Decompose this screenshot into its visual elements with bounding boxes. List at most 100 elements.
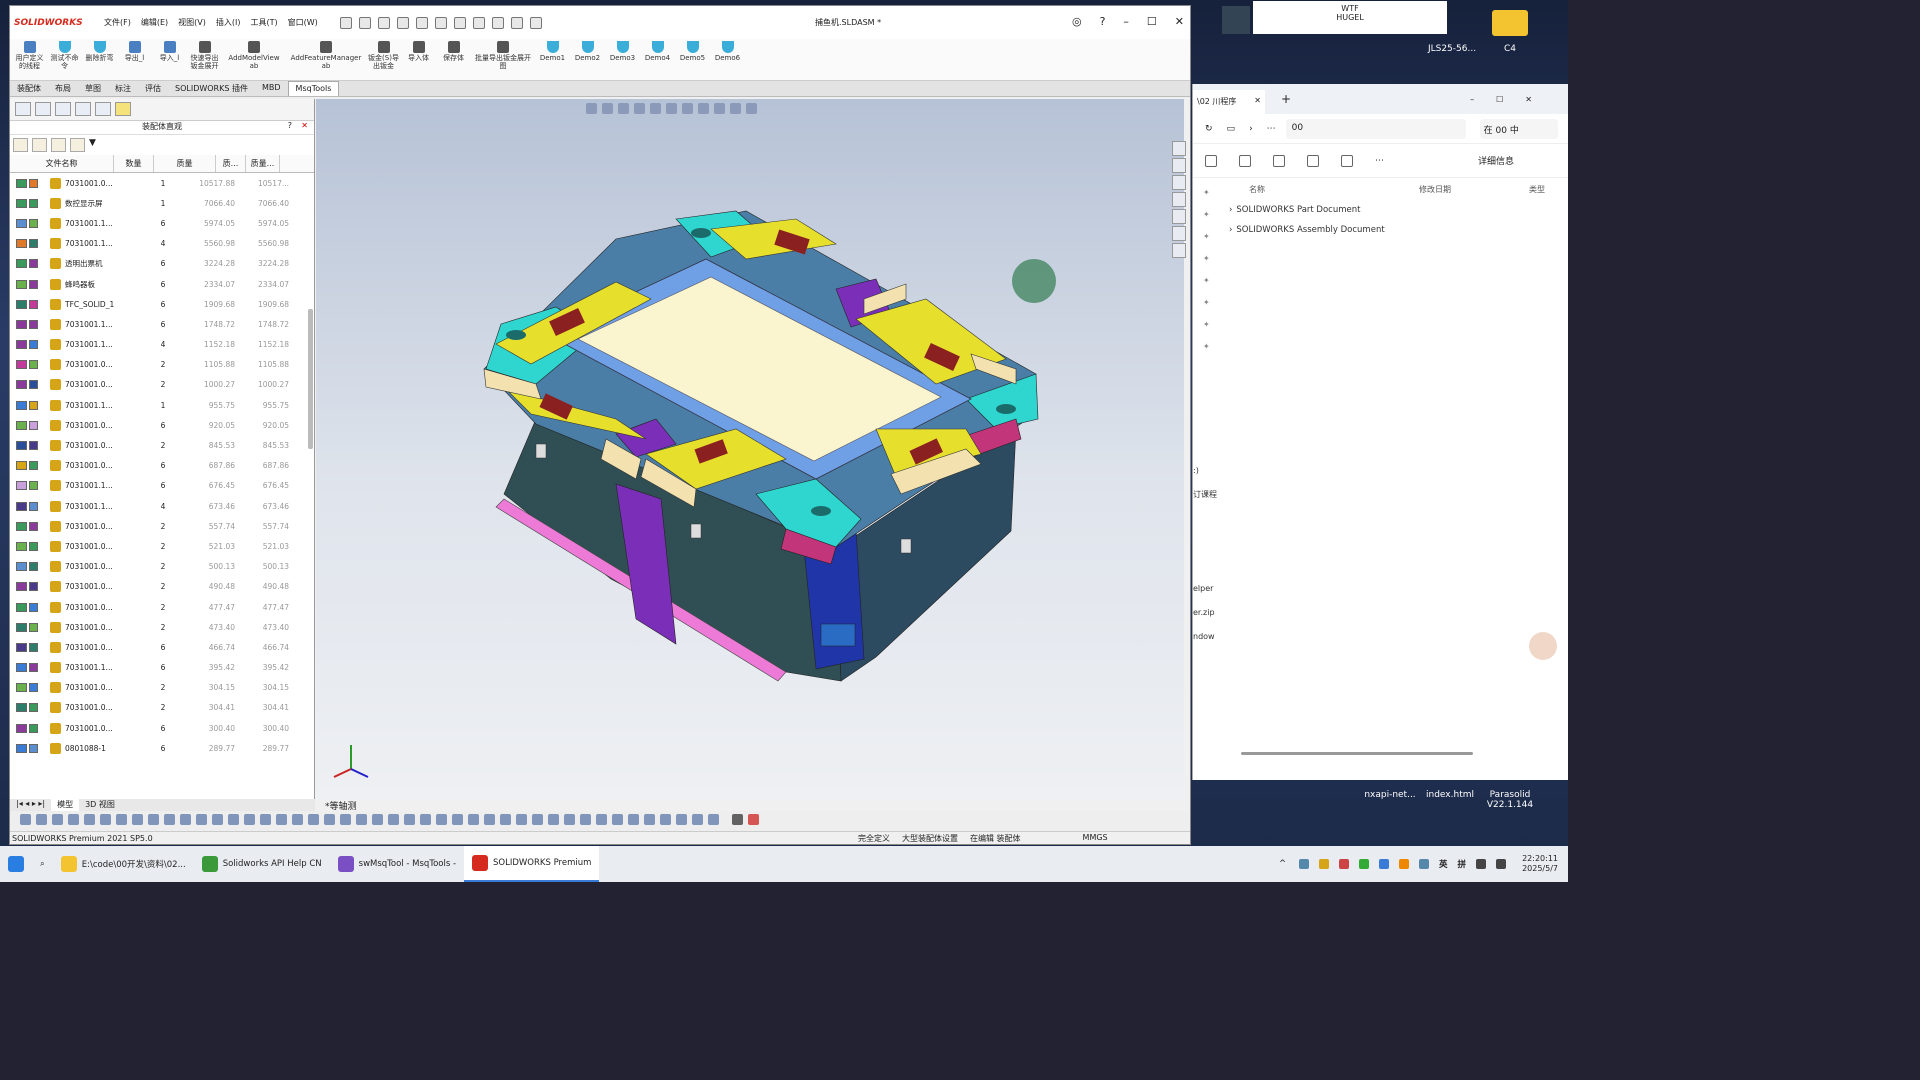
side-label[interactable]: er.zip bbox=[1193, 601, 1217, 625]
window-controls[interactable]: –☐✕ bbox=[1470, 95, 1554, 104]
custom-properties-icon[interactable] bbox=[1172, 226, 1186, 241]
tool-icon-34[interactable] bbox=[548, 814, 559, 825]
side-label[interactable]: 订课程 bbox=[1193, 483, 1217, 507]
tool-icon-35[interactable] bbox=[564, 814, 575, 825]
side-label[interactable]: :) bbox=[1193, 459, 1217, 483]
status-units[interactable]: MMGS bbox=[1083, 833, 1108, 844]
col-qty[interactable]: 数量 bbox=[114, 155, 154, 172]
close-icon[interactable]: ✕ bbox=[1254, 96, 1261, 105]
table-row[interactable]: 7031001.0... 2 845.53 845.53 bbox=[10, 435, 314, 455]
table-row[interactable]: 7031001.0... 2 490.48 490.48 bbox=[10, 577, 314, 597]
table-row[interactable]: 7031001.0... 2 304.41 304.41 bbox=[10, 698, 314, 718]
lang-indicator[interactable]: 英 bbox=[1439, 858, 1448, 870]
tool-icon-22[interactable] bbox=[356, 814, 367, 825]
library-icon[interactable] bbox=[1172, 158, 1186, 173]
table-row[interactable]: 7031001.0... 2 304.15 304.15 bbox=[10, 678, 314, 698]
tray-icon[interactable] bbox=[1359, 859, 1370, 869]
address-input[interactable]: 00 bbox=[1285, 118, 1466, 139]
tab-sketch[interactable]: 草图 bbox=[78, 81, 108, 96]
tool-icon-33[interactable] bbox=[532, 814, 543, 825]
tab-3dview[interactable]: 3D 视图 bbox=[79, 799, 121, 811]
tool-icon-21[interactable] bbox=[340, 814, 351, 825]
start-button[interactable] bbox=[0, 846, 32, 882]
tool-icon-10[interactable] bbox=[164, 814, 175, 825]
pin-icon[interactable]: ✦ bbox=[1203, 210, 1210, 219]
select-icon[interactable] bbox=[472, 16, 485, 29]
col-type[interactable]: 类型 bbox=[1529, 184, 1545, 195]
menu-file[interactable]: 文件(F) bbox=[104, 17, 131, 28]
folder-icon[interactable] bbox=[1492, 10, 1528, 36]
col-mass2[interactable]: 质... bbox=[216, 155, 246, 172]
ribbon-btn-1[interactable]: 测试不命令 bbox=[48, 39, 81, 80]
tray-icon[interactable] bbox=[1319, 859, 1330, 869]
tool-icon-29[interactable] bbox=[468, 814, 479, 825]
tab-model[interactable]: 模型 bbox=[51, 799, 80, 811]
col-mass3[interactable]: 质量... bbox=[246, 155, 280, 172]
table-row[interactable]: 7031001.0... 2 1000.27 1000.27 bbox=[10, 375, 314, 395]
side-label[interactable]: ndow bbox=[1193, 625, 1217, 649]
tool-icon-43[interactable] bbox=[692, 814, 703, 825]
tool-icon-17[interactable] bbox=[276, 814, 287, 825]
tray-icon[interactable] bbox=[1399, 859, 1410, 869]
desktop-icon-parasolid[interactable]: Parasolid V22.1.144 bbox=[1484, 790, 1536, 810]
tool-icon-41[interactable] bbox=[660, 814, 671, 825]
desktop-icon-c4[interactable]: C4 bbox=[1492, 44, 1528, 54]
tool-icon-24[interactable] bbox=[388, 814, 399, 825]
feature-tree-icon[interactable] bbox=[15, 102, 31, 116]
details-button[interactable]: 详细信息 bbox=[1478, 154, 1514, 167]
tab-assembly[interactable]: 装配体 bbox=[10, 81, 48, 96]
notification-widget[interactable]: WTF HUGEL bbox=[1253, 1, 1447, 34]
ribbon-btn-demo3[interactable]: Demo3 bbox=[606, 39, 639, 80]
table-row[interactable]: 7031001.0... 6 466.74 466.74 bbox=[10, 637, 314, 657]
refresh-icon[interactable]: ↻ bbox=[1205, 124, 1213, 134]
search-icon[interactable]: ⌕ bbox=[32, 846, 53, 882]
nav-arrows[interactable]: |◂ ◂ ▸ ▸| bbox=[10, 799, 51, 811]
tool-icon-38[interactable] bbox=[612, 814, 623, 825]
mic-icon[interactable] bbox=[1419, 859, 1430, 869]
tab-evaluate[interactable]: 评估 bbox=[138, 81, 168, 96]
ribbon-btn-8[interactable]: 钣金(S)导出钣金 bbox=[367, 39, 400, 80]
tool-icon-20[interactable] bbox=[324, 814, 335, 825]
appearance-icon[interactable] bbox=[1172, 209, 1186, 224]
tool-icon-42[interactable] bbox=[676, 814, 687, 825]
tool-icon-11[interactable] bbox=[180, 814, 191, 825]
home-icon[interactable] bbox=[1172, 141, 1186, 156]
tab-mbd[interactable]: MBD bbox=[255, 81, 288, 96]
more-path-icon[interactable]: ⋯ bbox=[1267, 124, 1276, 134]
tool-icon-4[interactable] bbox=[68, 814, 79, 825]
tool-icon-28[interactable] bbox=[452, 814, 463, 825]
ribbon-btn-demo4[interactable]: Demo4 bbox=[641, 39, 674, 80]
taskbar-solidworks[interactable]: SOLIDWORKS Premium bbox=[464, 846, 600, 882]
table-row[interactable]: 7031001.1... 1 955.75 955.75 bbox=[10, 395, 314, 415]
tool-icon-32[interactable] bbox=[516, 814, 527, 825]
menu-tools[interactable]: 工具(T) bbox=[250, 17, 277, 28]
share-icon[interactable] bbox=[1307, 154, 1319, 167]
minimize-button[interactable]: – bbox=[1123, 15, 1129, 28]
ribbon-btn-5[interactable]: 快速导出钣金展开 bbox=[188, 39, 221, 80]
taskbar-explorer[interactable]: E:\code\00开发\资料\02... bbox=[53, 846, 194, 882]
print-icon[interactable] bbox=[415, 16, 428, 29]
ribbon-btn-7[interactable]: AddFeatureManager ab bbox=[287, 39, 365, 80]
menu-window[interactable]: 窗口(W) bbox=[288, 17, 318, 28]
tab-layout[interactable]: 布局 bbox=[48, 81, 78, 96]
table-row[interactable]: 7031001.1... 6 395.42 395.42 bbox=[10, 658, 314, 678]
tool-icon-25[interactable] bbox=[404, 814, 415, 825]
more-icon[interactable]: ⋯ bbox=[1375, 156, 1384, 166]
copy-icon[interactable] bbox=[70, 138, 85, 152]
help-icon[interactable]: ? bbox=[1100, 15, 1106, 28]
table-row[interactable]: 7031001.1... 4 673.46 673.46 bbox=[10, 496, 314, 516]
tab-msqtools[interactable]: MsqTools bbox=[287, 81, 340, 96]
pin-icon[interactable]: ✦ bbox=[1203, 342, 1210, 351]
table-row[interactable]: 7031001.1... 6 1748.72 1748.72 bbox=[10, 314, 314, 334]
close-button[interactable]: ✕ bbox=[1175, 15, 1184, 28]
tool-icon-27[interactable] bbox=[436, 814, 447, 825]
open-icon[interactable] bbox=[377, 16, 390, 29]
table-row[interactable]: 7031001.1... 4 5560.98 5560.98 bbox=[10, 234, 314, 254]
pin-icon[interactable]: ✦ bbox=[1203, 320, 1210, 329]
list-item[interactable]: › SOLIDWORKS Assembly Document bbox=[1193, 220, 1568, 240]
save-icon[interactable] bbox=[396, 16, 409, 29]
tool-icon-30[interactable] bbox=[484, 814, 495, 825]
property-manager-icon[interactable] bbox=[35, 102, 51, 116]
file-properties-icon[interactable] bbox=[510, 16, 523, 29]
tool-icon-16[interactable] bbox=[260, 814, 271, 825]
